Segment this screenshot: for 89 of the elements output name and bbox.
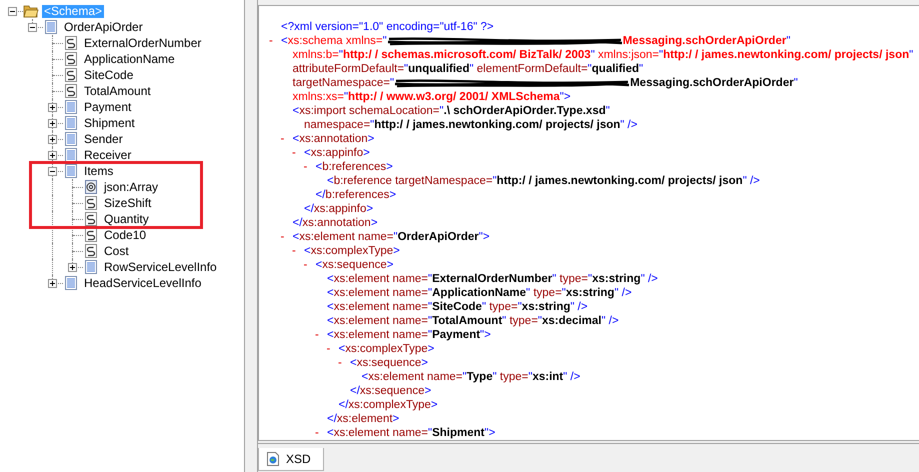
collapse-toggle[interactable]: - bbox=[315, 329, 319, 341]
record-icon bbox=[43, 19, 59, 35]
tree-item[interactable]: Code10 bbox=[102, 228, 148, 242]
xml-code: <xs:element name="Type" type="xs:int" /> bbox=[362, 371, 580, 383]
expand-toggle[interactable] bbox=[48, 119, 57, 128]
xml-code: <xs:appinfo> bbox=[304, 147, 370, 159]
xml-code: Messaging.schOrderApiOrder" bbox=[622, 35, 790, 47]
collapse-toggle[interactable]: - bbox=[315, 427, 319, 439]
xml-code: <xs:import schemaLocation=".\ schOrderApiOrder.Type.xsd" bbox=[292, 105, 610, 117]
expand-toggle[interactable] bbox=[48, 279, 57, 288]
field-icon bbox=[63, 83, 79, 99]
tree-item[interactable]: ApplicationName bbox=[82, 52, 177, 66]
collapse-toggle[interactable]: - bbox=[304, 259, 308, 271]
xml-code: xmlns:b="http:/ / schemas.microsoft.com/ BizTalk/ 2003" xmlns:json="http:/ / james.newtonking.com/ projects/ json" bbox=[292, 49, 914, 61]
xml-code: <b:reference targetNamespace="http:/ / james.newtonking.com/ projects/ json" /> bbox=[327, 175, 760, 187]
xml-code: namespace="http:/ / james.newtonking.com/ projects/ json" /> bbox=[304, 119, 638, 131]
expand-toggle[interactable] bbox=[68, 263, 77, 272]
collapse-toggle[interactable]: - bbox=[304, 161, 308, 173]
xml-code: <?xml version="1.0" encoding="utf-16" ?> bbox=[281, 21, 494, 33]
field-icon bbox=[63, 35, 79, 51]
record-icon bbox=[63, 147, 79, 163]
xml-code: <xs:complexType> bbox=[338, 343, 434, 355]
expand-toggle[interactable] bbox=[48, 167, 57, 176]
xml-code: <b:references> bbox=[316, 161, 393, 173]
tree-item[interactable]: json:Array bbox=[102, 180, 160, 194]
xml-code: xmlns:xs="http:/ / www.w3.org/ 2001/ XMLSchema"> bbox=[292, 91, 571, 103]
expand-toggle[interactable] bbox=[8, 7, 17, 16]
xml-code: </xs:appinfo> bbox=[304, 203, 374, 215]
field-icon bbox=[83, 243, 99, 259]
field-icon bbox=[83, 195, 99, 211]
collapse-toggle[interactable]: - bbox=[338, 357, 342, 369]
record-icon bbox=[63, 115, 79, 131]
xml-code: Messaging.schOrderApiOrder" bbox=[630, 77, 798, 89]
xml-code: attributeFormDefault="unqualified" elementFormDefault="qualified" bbox=[292, 63, 644, 75]
collapse-toggle[interactable]: - bbox=[292, 245, 296, 257]
tree-item[interactable]: Items bbox=[82, 164, 116, 178]
xml-code: </b:references> bbox=[316, 189, 396, 201]
xml-code: <xs:element name="ExternalOrderNumber" type="xs:string" /> bbox=[327, 273, 658, 285]
view-tab[interactable]: XSD bbox=[258, 448, 324, 471]
xml-code: <xs:complexType> bbox=[304, 245, 400, 257]
tree-item[interactable]: TotalAmount bbox=[82, 84, 153, 98]
xml-code: </xs:element> bbox=[327, 413, 400, 425]
collapse-toggle[interactable]: - bbox=[280, 133, 284, 145]
field-icon bbox=[83, 211, 99, 227]
xml-code: <xs:element name="Shipment"> bbox=[327, 427, 496, 439]
record-icon bbox=[83, 259, 99, 275]
field-icon bbox=[63, 67, 79, 83]
folder-icon bbox=[23, 3, 39, 19]
tree-item[interactable]: ExternalOrderNumber bbox=[82, 36, 204, 50]
xml-code: <xs:element name="OrderApiOrder"> bbox=[292, 231, 490, 243]
expand-toggle[interactable] bbox=[48, 135, 57, 144]
tree-item[interactable]: Payment bbox=[82, 100, 134, 114]
field-icon bbox=[63, 51, 79, 67]
record-icon bbox=[63, 163, 79, 179]
xml-code: targetNamespace=" bbox=[292, 77, 394, 89]
tree-item[interactable]: OrderApiOrder bbox=[62, 20, 145, 34]
tree-item[interactable]: Receiver bbox=[82, 148, 134, 162]
tree-item[interactable]: Cost bbox=[102, 244, 131, 258]
collapse-toggle[interactable]: - bbox=[292, 147, 296, 159]
xml-code: <xs:element name="Payment"> bbox=[327, 329, 491, 341]
tree-item[interactable]: Shipment bbox=[82, 116, 137, 130]
field-icon bbox=[83, 227, 99, 243]
xml-code: <xs:schema xmlns=" bbox=[281, 35, 387, 47]
xml-code: <xs:annotation> bbox=[292, 133, 374, 145]
xml-code: <xs:sequence> bbox=[350, 357, 428, 369]
expand-toggle[interactable] bbox=[48, 103, 57, 112]
document-icon bbox=[265, 451, 281, 467]
xml-code: <xs:element name="TotalAmount" type="xs:decimal" /> bbox=[327, 315, 619, 327]
record-icon bbox=[63, 275, 79, 291]
collapse-toggle[interactable]: - bbox=[280, 231, 284, 243]
tree-item[interactable]: RowServiceLevelInfo bbox=[102, 260, 219, 274]
record-icon bbox=[63, 99, 79, 115]
tree-item[interactable]: Quantity bbox=[102, 212, 151, 226]
collapse-toggle[interactable]: - bbox=[269, 35, 273, 47]
xml-code: </xs:annotation> bbox=[292, 217, 378, 229]
xml-code: <xs:element name="ApplicationName" type="xs:string" /> bbox=[327, 287, 632, 299]
xml-code: </xs:sequence> bbox=[350, 385, 432, 397]
record-icon bbox=[63, 131, 79, 147]
expand-toggle[interactable] bbox=[28, 23, 37, 32]
xml-code: <xs:sequence> bbox=[316, 259, 394, 271]
tree-item[interactable]: Sender bbox=[82, 132, 125, 146]
xml-code: <xs:element name="SiteCode" type="xs:string" /> bbox=[327, 301, 588, 313]
tree-item[interactable]: SiteCode bbox=[82, 68, 136, 82]
expand-toggle[interactable] bbox=[48, 151, 57, 160]
tree-item[interactable]: HeadServiceLevelInfo bbox=[82, 276, 204, 290]
xml-code: </xs:complexType> bbox=[338, 399, 438, 411]
attribute-icon bbox=[83, 179, 99, 195]
tree-item[interactable]: SizeShift bbox=[102, 196, 154, 210]
collapse-toggle[interactable]: - bbox=[326, 343, 330, 355]
